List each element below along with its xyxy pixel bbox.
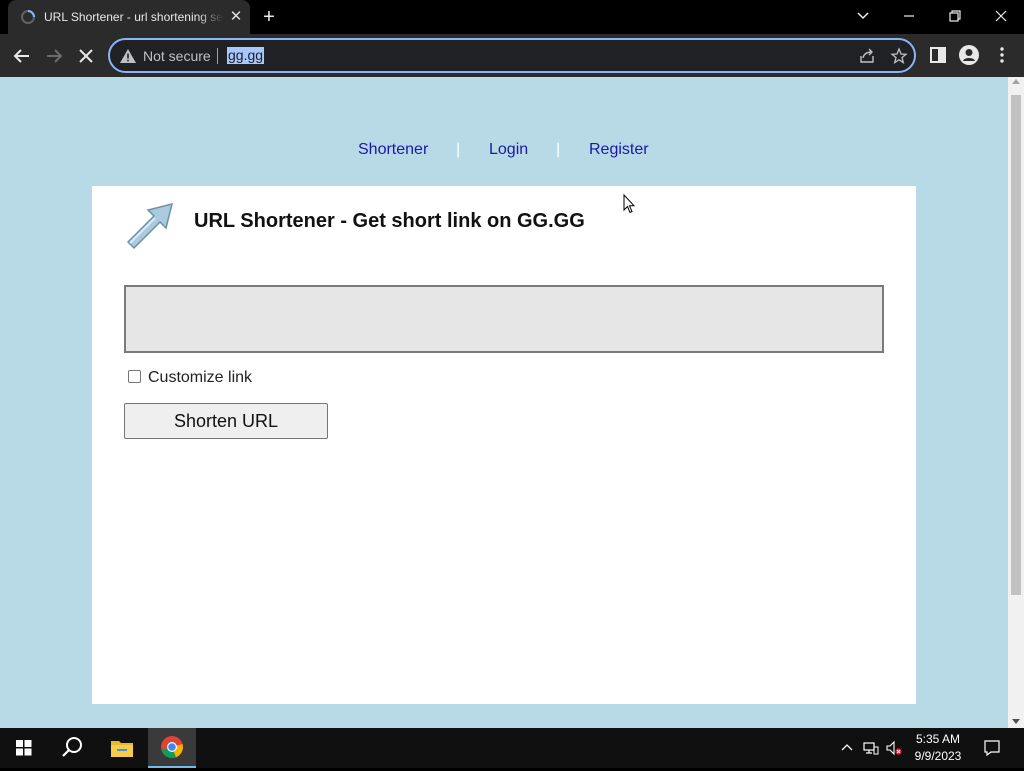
shorten-url-button[interactable]: Shorten URL bbox=[124, 403, 328, 439]
tab-strip: URL Shortener - url shortening service ✕… bbox=[0, 0, 1024, 34]
taskbar-clock[interactable]: 5:35 AM 9/9/2023 bbox=[906, 731, 970, 765]
browser-toolbar: Not secure gg.gg bbox=[0, 34, 1024, 77]
nav-link-register[interactable]: Register bbox=[589, 141, 649, 159]
scroll-thumb[interactable] bbox=[1011, 95, 1021, 595]
chrome-icon bbox=[161, 736, 183, 759]
customize-link-label[interactable]: Customize link bbox=[148, 369, 252, 387]
omnibox-divider bbox=[217, 48, 218, 64]
forward-icon[interactable] bbox=[41, 43, 67, 69]
tab-close-icon[interactable]: ✕ bbox=[228, 9, 244, 25]
close-window-icon[interactable] bbox=[987, 4, 1015, 28]
long-url-input[interactable] bbox=[124, 285, 884, 353]
restore-icon[interactable] bbox=[941, 4, 969, 28]
clock-date: 9/9/2023 bbox=[914, 749, 962, 763]
page-scrollbar[interactable] bbox=[1008, 77, 1024, 728]
notifications-icon[interactable] bbox=[983, 739, 1001, 757]
os-taskbar: 5:35 AM 9/9/2023 bbox=[0, 728, 1024, 768]
stop-loading-icon[interactable] bbox=[73, 43, 99, 69]
nav-link-login[interactable]: Login bbox=[489, 141, 528, 159]
page-viewport: Shortener | Login | Register URL Shorten… bbox=[0, 77, 1008, 728]
bookmark-star-icon[interactable] bbox=[890, 47, 908, 65]
share-icon[interactable] bbox=[858, 47, 876, 65]
browser-tab[interactable]: URL Shortener - url shortening service ✕ bbox=[8, 0, 250, 34]
volume-muted-icon[interactable] bbox=[886, 740, 902, 756]
scroll-up-arrow-icon[interactable] bbox=[1012, 79, 1020, 84]
minimize-icon[interactable] bbox=[895, 4, 923, 28]
arrow-logo-icon bbox=[126, 202, 174, 250]
side-panel-icon[interactable] bbox=[927, 44, 949, 66]
back-icon[interactable] bbox=[9, 43, 35, 69]
windows-start-icon[interactable] bbox=[0, 728, 48, 768]
new-tab-button[interactable]: + bbox=[258, 6, 280, 28]
network-icon[interactable] bbox=[863, 740, 879, 756]
customize-link-checkbox[interactable] bbox=[128, 370, 141, 383]
file-explorer-icon[interactable] bbox=[98, 728, 146, 768]
more-menu-icon[interactable] bbox=[991, 44, 1013, 66]
address-bar[interactable]: Not secure gg.gg bbox=[108, 38, 916, 73]
show-hidden-icons-icon[interactable] bbox=[839, 740, 855, 756]
page-heading: URL Shortener - Get short link on GG.GG bbox=[194, 210, 585, 232]
chrome-taskbar-button[interactable] bbox=[148, 728, 196, 768]
nav-separator: | bbox=[456, 141, 461, 158]
profile-avatar-icon[interactable] bbox=[958, 44, 980, 66]
clock-time: 5:35 AM bbox=[915, 732, 961, 746]
nav-separator: | bbox=[556, 141, 561, 158]
url-text[interactable]: gg.gg bbox=[227, 47, 265, 64]
loading-spinner-icon bbox=[21, 10, 35, 24]
warning-icon bbox=[120, 49, 136, 63]
search-icon[interactable] bbox=[48, 728, 96, 768]
mouse-pointer-icon bbox=[623, 194, 635, 214]
shortener-card: URL Shortener - Get short link on GG.GG … bbox=[92, 186, 916, 704]
tab-title: URL Shortener - url shortening service bbox=[44, 10, 224, 24]
tab-search-icon[interactable] bbox=[849, 4, 877, 28]
security-label[interactable]: Not secure bbox=[143, 48, 211, 64]
nav-link-shortener[interactable]: Shortener bbox=[358, 141, 428, 159]
scroll-down-arrow-icon[interactable] bbox=[1012, 719, 1020, 724]
